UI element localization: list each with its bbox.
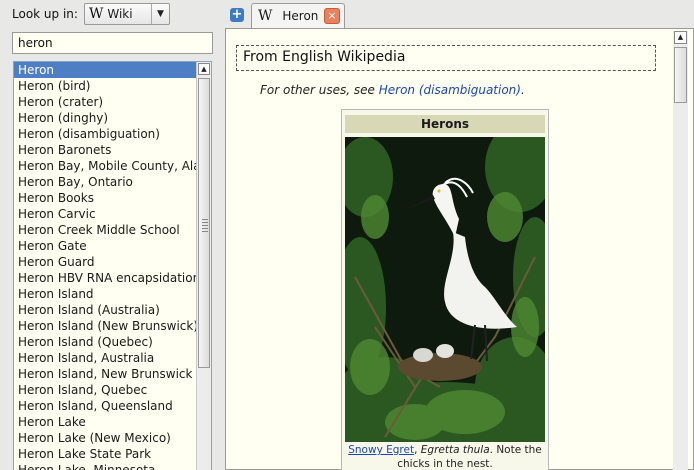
list-item[interactable]: Heron Baronets: [14, 142, 196, 158]
hatnote: For other uses, see Heron (disambiguatio…: [260, 83, 525, 97]
scroll-thumb[interactable]: [674, 47, 687, 103]
left-pane: Look up in: W Wiki ▼ HeronHeron (bird)He…: [0, 0, 222, 470]
list-item[interactable]: Heron Lake State Park: [14, 446, 196, 462]
list-item[interactable]: Heron Island, New Brunswick: [14, 366, 196, 382]
list-item[interactable]: Heron Island (New Brunswick): [14, 318, 196, 334]
dictionary-select[interactable]: W Wiki ▼: [83, 3, 170, 25]
grip-icon: [202, 219, 208, 233]
list-item[interactable]: Heron Island, Australia: [14, 350, 196, 366]
caption-sep: ,: [414, 444, 421, 456]
list-item[interactable]: Heron Creek Middle School: [14, 222, 196, 238]
article-scrollbar[interactable]: ▲: [673, 31, 688, 470]
list-item[interactable]: Heron Bay, Ontario: [14, 174, 196, 190]
list-item[interactable]: Heron Books: [14, 190, 196, 206]
disambiguation-link[interactable]: Heron (disambiguation): [379, 83, 521, 97]
caption-link[interactable]: Snowy Egret: [348, 444, 414, 456]
list-item[interactable]: Heron HBV RNA encapsidation signal: [14, 270, 196, 286]
list-item[interactable]: Heron Gate: [14, 238, 196, 254]
infobox: Herons Snowy Egret, Egretta thula. Note …: [341, 109, 549, 470]
list-item[interactable]: Heron Island: [14, 286, 196, 302]
tab-heron[interactable]: W Heron ×: [251, 3, 345, 28]
dictionary-name: Wiki: [107, 7, 133, 21]
snowy-egret-photo: [345, 137, 545, 442]
list-item[interactable]: Heron (disambiguation): [14, 126, 196, 142]
wiki-icon: W: [88, 6, 104, 22]
list-item[interactable]: Heron Island, Queensland: [14, 398, 196, 414]
list-item[interactable]: Heron: [14, 62, 196, 78]
infobox-title: Herons: [345, 115, 545, 133]
word-list[interactable]: Heron Heron (bird) Heron (crater) Heron (di…: [13, 61, 212, 470]
scroll-up-icon[interactable]: ▲: [198, 63, 210, 75]
list-item[interactable]: Heron Lake, Minnesota: [14, 462, 196, 470]
lookup-row: Look up in: W Wiki ▼: [12, 3, 170, 25]
caption-species: Egretta thula: [420, 444, 490, 456]
list-item[interactable]: Heron Lake: [14, 414, 196, 430]
search-input[interactable]: [12, 32, 213, 54]
wiki-icon: W: [258, 8, 273, 24]
tab-bar: + W Heron ×: [222, 0, 694, 28]
hatnote-suffix: .: [520, 83, 525, 97]
word-list-items: Heron Heron (bird) Heron (crater) Heron (di…: [14, 62, 196, 470]
list-item[interactable]: Heron Carvic: [14, 206, 196, 222]
scroll-thumb[interactable]: [198, 78, 210, 368]
word-list-scrollbar[interactable]: ▲: [196, 62, 211, 470]
list-item[interactable]: Heron Guard: [14, 254, 196, 270]
dictionary-header: From English Wikipedia: [236, 45, 656, 71]
new-tab-button[interactable]: +: [230, 8, 244, 22]
lookup-label: Look up in:: [12, 7, 78, 21]
tab-label: Heron: [282, 9, 319, 23]
list-item[interactable]: Heron Island (Australia): [14, 302, 196, 318]
hatnote-prefix: For other uses, see: [260, 83, 379, 97]
list-item[interactable]: Heron Lake (New Mexico): [14, 430, 196, 446]
scroll-up-icon[interactable]: ▲: [674, 31, 687, 44]
article-view[interactable]: From English Wikipedia For other uses, s…: [225, 28, 694, 470]
list-item[interactable]: Heron Bay, Mobile County, Alabama: [14, 158, 196, 174]
list-item[interactable]: Heron Island (Quebec): [14, 334, 196, 350]
list-item[interactable]: Heron (dinghy): [14, 110, 196, 126]
image-caption: Snowy Egret, Egretta thula. Note the chi…: [346, 443, 544, 470]
list-item[interactable]: Heron (crater): [14, 94, 196, 110]
list-item[interactable]: Heron (bird): [14, 78, 196, 94]
egret-image: [345, 137, 545, 442]
close-tab-button[interactable]: ×: [324, 8, 340, 24]
chevron-down-icon[interactable]: ▼: [150, 4, 169, 24]
list-item[interactable]: Heron Island, Quebec: [14, 382, 196, 398]
